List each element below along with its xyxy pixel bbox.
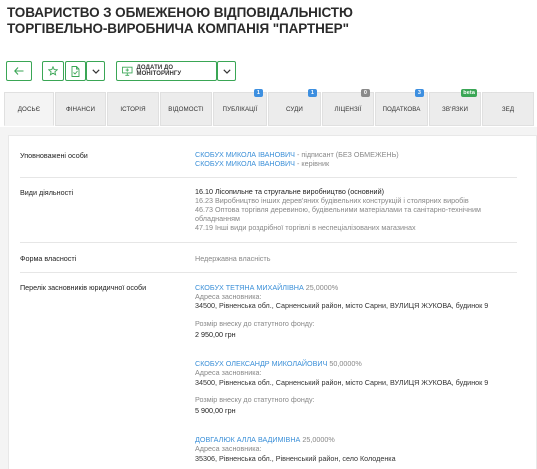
document-export-icon — [71, 65, 80, 77]
founder-link[interactable]: ДОВГАЛЮК АЛЛА ВАДИМІВНА — [195, 435, 300, 444]
export-dropdown-button[interactable] — [86, 61, 105, 81]
founder-contribution: 2 950,00 грн — [195, 330, 236, 339]
founder-share: 25,0000% — [300, 435, 335, 444]
activity-item: 47.19 Інші види роздрібної торгівлі в не… — [195, 223, 416, 232]
star-icon — [48, 66, 58, 76]
founder-share: 25,0000% — [303, 283, 339, 292]
courts-count-badge: 1 — [308, 89, 317, 97]
activity-item: обладнанням — [195, 214, 240, 223]
tab-dossier[interactable]: ДОСЬЄ — [4, 92, 54, 126]
beta-badge: beta — [461, 89, 477, 97]
authorized-persons-label: Уповноважені особи — [20, 151, 88, 160]
activity-item: 16.10 Лісопильне та стругальне виробницт… — [195, 187, 384, 196]
tab-label: ІСТОРІЯ — [120, 105, 146, 113]
founder-row: СКОБУХ ТЕТЯНА МИХАЙЛІВНА 25,0000% — [195, 283, 338, 292]
chevron-down-icon — [91, 68, 100, 74]
founder-link[interactable]: СКОБУХ ОЛЕКСАНДР МИКОЛАЙОВИЧ — [195, 359, 327, 368]
tab-history[interactable]: ІСТОРІЯ — [107, 92, 159, 126]
tab-label: ЗЕД — [501, 105, 515, 113]
founder-address: 35306, Рівненська обл., Рівненський райо… — [195, 454, 396, 463]
founder-row: СКОБУХ ОЛЕКСАНДР МИКОЛАЙОВИЧ 50,0000% — [195, 359, 362, 368]
publications-count-badge: 1 — [254, 89, 263, 97]
activity-item: 46.73 Оптова торгівля деревиною, будівел… — [195, 205, 481, 214]
tab-courts[interactable]: СУДИ 1 — [268, 89, 321, 126]
monitoring-dropdown-button[interactable] — [217, 61, 236, 81]
licenses-count-badge: 0 — [361, 89, 370, 97]
section-divider — [20, 272, 517, 273]
tab-label: ПОДАТКОВА — [382, 105, 421, 113]
ownership-label: Форма власності — [20, 254, 77, 263]
tab-licenses[interactable]: ЛІЦЕНЗІЇ 0 — [322, 89, 374, 126]
founder-share: 50,0000% — [327, 359, 362, 368]
company-title-line2: ТОРГІВЕЛЬНО-ВИРОБНИЧА КОМПАНІЯ "ПАРТНЕР" — [7, 21, 349, 36]
founder-address-label: Адреса засновника: — [195, 292, 262, 301]
founder-contribution-label: Розмір внеску до статутного фонду: — [195, 319, 315, 328]
back-button[interactable] — [6, 61, 32, 81]
tabs-bar: ДОСЬЄ ФІНАНСИ ІСТОРІЯ ВІДОМОСТІ ПУБЛІКАЦ… — [0, 89, 537, 128]
tab-label: СУДИ — [286, 105, 303, 113]
add-to-monitoring-button[interactable]: ДОДАТИ ДО МОНІТОРИНГУ — [116, 61, 217, 81]
founder-address: 34500, Рівненська обл., Сарненський райо… — [195, 301, 489, 310]
monitor-add-icon — [122, 66, 133, 76]
tab-finance[interactable]: ФІНАНСИ — [55, 92, 106, 126]
ownership-value: Недержавна власність — [195, 254, 271, 263]
founder-link[interactable]: СКОБУХ ТЕТЯНА МИХАЙЛІВНА — [195, 283, 304, 292]
activity-item: 16.23 Виробництво інших дерев'яних будів… — [195, 196, 469, 205]
tab-records[interactable]: ВІДОМОСТІ — [160, 92, 212, 126]
export-button[interactable] — [65, 61, 86, 81]
tab-foreign-trade[interactable]: ЗЕД — [482, 92, 534, 126]
authorized-person-role: - керівник — [294, 159, 330, 168]
section-divider — [20, 242, 517, 243]
authorized-person-link[interactable]: СКОБУХ МИКОЛА ІВАНОВИЧ — [195, 159, 295, 168]
tab-label: ВІДОМОСТІ — [168, 105, 204, 113]
dossier-card: Уповноважені особи СКОБУХ МИКОЛА ІВАНОВИ… — [8, 135, 537, 469]
founder-row: ДОВГАЛЮК АЛЛА ВАДИМІВНА 25,0000% — [195, 435, 335, 444]
tax-count-badge: 3 — [415, 89, 424, 97]
tab-connections[interactable]: ЗВ'ЯЗКИ beta — [429, 89, 481, 126]
tab-label: ПУБЛІКАЦІЇ — [222, 105, 258, 113]
section-divider — [20, 177, 517, 178]
company-title-line1: ТОВАРИСТВО З ОБМЕЖЕНОЮ ВІДПОВІДАЛЬНІСТЮ — [7, 5, 353, 20]
favorite-button[interactable] — [42, 61, 64, 81]
activities-label: Види діяльності — [20, 188, 74, 197]
tab-label: ФІНАНСИ — [65, 105, 96, 113]
founders-label: Перелік засновників юридичної особи — [20, 283, 147, 292]
tab-publications[interactable]: ПУБЛІКАЦІЇ 1 — [213, 89, 267, 126]
tab-label: ДОСЬЄ — [17, 105, 41, 113]
founder-address-label: Адреса засновника: — [195, 444, 262, 453]
founder-contribution: 5 900,00 грн — [195, 406, 236, 415]
authorized-person-row: СКОБУХ МИКОЛА ІВАНОВИЧ - керівник — [195, 159, 329, 168]
tab-label: ЛІЦЕНЗІЇ — [334, 105, 362, 113]
company-title: ТОВАРИСТВО З ОБМЕЖЕНОЮ ВІДПОВІДАЛЬНІСТЮ … — [7, 5, 427, 37]
dossier-panel: Уповноважені особи СКОБУХ МИКОЛА ІВАНОВИ… — [0, 127, 537, 469]
founder-address-label: Адреса засновника: — [195, 368, 262, 377]
authorized-person-role: - підписант (БЕЗ ОБМЕЖЕНЬ) — [294, 150, 399, 159]
founder-contribution-label: Розмір внеску до статутного фонду: — [195, 395, 315, 404]
authorized-person-row: СКОБУХ МИКОЛА ІВАНОВИЧ - підписант (БЕЗ … — [195, 150, 399, 159]
authorized-person-link[interactable]: СКОБУХ МИКОЛА ІВАНОВИЧ — [195, 150, 295, 159]
add-to-monitoring-label: ДОДАТИ ДО МОНІТОРИНГУ — [136, 65, 182, 77]
tab-label: ЗВ'ЯЗКИ — [441, 105, 468, 113]
tab-tax[interactable]: ПОДАТКОВА 3 — [375, 89, 428, 126]
chevron-down-icon — [222, 68, 231, 74]
arrow-left-icon — [14, 67, 24, 75]
founder-address: 34500, Рівненська обл., Сарненський райо… — [195, 378, 489, 387]
